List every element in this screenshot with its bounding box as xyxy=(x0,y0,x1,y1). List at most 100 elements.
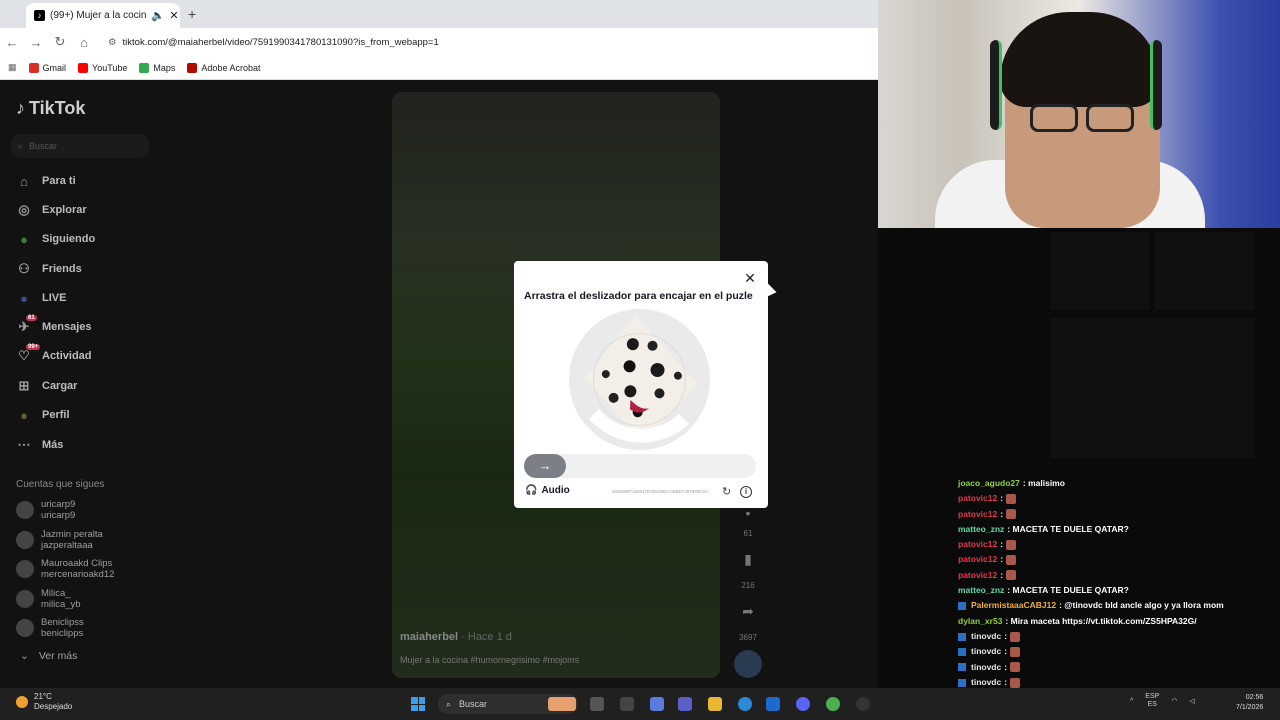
home-icon[interactable]: ⌂ xyxy=(72,35,96,50)
chat-message: patovic12: xyxy=(958,491,1258,506)
chat-text: : xyxy=(1000,554,1004,565)
nav-actividad[interactable]: ♡ 99+ Actividad xyxy=(16,344,92,367)
followed-account[interactable]: Beniclipss beniclipps xyxy=(16,617,84,639)
gmail-icon xyxy=(28,62,39,73)
tiktok-favicon-icon: ♪ xyxy=(34,10,45,21)
maps-icon xyxy=(139,62,150,73)
nav-mas[interactable]: ⋯ Más xyxy=(16,434,64,456)
music-disc-avatar[interactable] xyxy=(734,650,762,678)
search-icon: ⌕ xyxy=(18,140,24,151)
nav-cargar[interactable]: ⊞ Cargar xyxy=(16,375,78,397)
bookmark-count: 216 xyxy=(741,581,755,590)
chat-username[interactable]: patovic12 xyxy=(958,568,997,583)
speaker-icon[interactable]: 🔈 xyxy=(151,9,165,22)
site-info-icon[interactable]: ⚙ xyxy=(108,37,117,48)
discord-icon[interactable] xyxy=(796,697,810,711)
store-icon[interactable] xyxy=(766,697,780,711)
nav-perfil[interactable]: ● Perfil xyxy=(16,404,69,426)
captcha-id: 20260907155647D3D2D9DA06BEF397990C0A xyxy=(612,489,709,494)
chat-username[interactable]: patovic12 xyxy=(958,537,997,552)
tab-close-icon[interactable]: ✕ xyxy=(168,9,180,22)
headphones-icon: 🎧 xyxy=(525,485,538,496)
chat-message: tinovdc: xyxy=(958,644,1258,659)
new-tab-button[interactable]: + xyxy=(188,6,196,22)
forward-icon[interactable]: → xyxy=(24,35,48,50)
wifi-icon[interactable]: ◠ xyxy=(1171,697,1177,705)
clock[interactable]: 02:56 7/1/2026 xyxy=(1236,693,1263,713)
acrobat-icon xyxy=(187,62,198,73)
chat-message: tinovdc: xyxy=(958,629,1258,644)
nav-para-ti[interactable]: ⌂ Para ti xyxy=(16,170,76,192)
chat-username[interactable]: joaco_agudo27 xyxy=(958,476,1020,491)
nav-siguiendo[interactable]: ● Siguiendo xyxy=(16,228,95,250)
address-bar[interactable]: ⚙ tiktok.com/@maiaherbel/video/759199034… xyxy=(108,31,868,53)
reload-icon[interactable]: ↻ xyxy=(48,34,72,50)
volume-icon[interactable]: ◁ xyxy=(1189,697,1194,705)
search-icon: ⌕ xyxy=(446,698,452,709)
chat-username[interactable]: tinovdc xyxy=(971,644,1001,659)
followed-account[interactable]: uricarp9 uricarp9 xyxy=(16,499,75,521)
chat-username[interactable]: tinovdc xyxy=(971,660,1001,675)
audio-captcha-button[interactable]: 🎧 Audio xyxy=(525,485,570,496)
chat-text: : xyxy=(1004,646,1008,657)
nav-friends[interactable]: ⚇ Friends xyxy=(16,258,82,280)
avatar xyxy=(16,501,34,519)
bookmark-icon[interactable]: ▮ xyxy=(737,551,759,568)
obs-icon[interactable] xyxy=(856,697,870,711)
nav-mensajes[interactable]: ✈ 61 Mensajes xyxy=(16,315,92,338)
see-more-button[interactable]: ⌄ Ver más xyxy=(20,650,77,662)
system-tray[interactable]: ^ ESP ES ◠ ◁ xyxy=(1130,693,1195,709)
messages-badge: 61 xyxy=(26,315,37,321)
search-highlight-icon[interactable] xyxy=(548,697,576,711)
info-icon[interactable]: i xyxy=(740,486,752,498)
browser-tab[interactable]: ♪ (99+) Mujer a la cocina #hu 🔈 ✕ xyxy=(26,3,180,28)
chat-username[interactable]: matteo_znz xyxy=(958,583,1004,598)
subscriber-badge-icon xyxy=(958,678,966,687)
glasses-icon xyxy=(1030,104,1136,134)
chat-username[interactable]: tinovdc xyxy=(971,629,1001,644)
followed-account[interactable]: Milica_ milica_yb xyxy=(16,588,81,610)
avatar xyxy=(16,531,34,549)
chat-username[interactable]: matteo_znz xyxy=(958,522,1004,537)
chat-username[interactable]: patovic12 xyxy=(958,507,997,522)
tiktok-logo[interactable]: ♪ TikTok xyxy=(16,98,85,119)
back-icon[interactable]: ← xyxy=(0,35,24,50)
bookmarks-bar: ▦ Gmail YouTube Maps Adobe Acrobat xyxy=(0,56,878,80)
refresh-icon[interactable]: ↻ xyxy=(722,485,731,498)
bookmark-maps[interactable]: Maps xyxy=(139,62,175,73)
copilot-icon[interactable] xyxy=(650,697,664,711)
chat-username[interactable]: PalermistaaaCABJ12 xyxy=(971,598,1056,613)
chevron-up-icon[interactable]: ^ xyxy=(1130,698,1133,705)
followed-account[interactable]: Jazmin peralta jazperaltaaa xyxy=(16,529,103,551)
subscriber-badge-icon xyxy=(958,663,966,672)
chat-username[interactable]: patovic12 xyxy=(958,491,997,506)
chat-text: : xyxy=(1004,661,1008,672)
bookmark-gmail[interactable]: Gmail xyxy=(28,62,66,73)
tiktok-search-input[interactable]: ⌕ Buscar xyxy=(10,134,150,158)
capcut-icon[interactable] xyxy=(620,697,634,711)
followed-account[interactable]: Mauroaakd Clips mercenarioakd12 xyxy=(16,558,114,580)
chat-username[interactable]: dylan_xr53 xyxy=(958,614,1002,629)
windows-start-icon[interactable] xyxy=(411,697,425,711)
profile-icon: ● xyxy=(20,407,28,423)
nav-live[interactable]: ● LIVE xyxy=(16,287,66,309)
emote-icon xyxy=(1006,493,1017,504)
share-icon[interactable]: ➦ xyxy=(737,603,759,620)
url-text: tiktok.com/@maiaherbel/video/75919903417… xyxy=(122,36,439,48)
teams-icon[interactable] xyxy=(678,697,692,711)
task-view-icon[interactable] xyxy=(590,697,604,711)
close-icon[interactable]: ✕ xyxy=(743,270,757,287)
bookmark-adobe-acrobat[interactable]: Adobe Acrobat xyxy=(187,62,260,73)
bookmark-youtube[interactable]: YouTube xyxy=(78,62,127,73)
captcha-slider-handle[interactable]: → xyxy=(524,454,566,478)
file-explorer-icon[interactable] xyxy=(708,697,722,711)
overlay-tile xyxy=(1155,232,1255,310)
video-author[interactable]: maiaherbel · Hace 1 d xyxy=(400,631,512,643)
emote-icon xyxy=(1006,509,1017,520)
apps-icon[interactable]: ▦ xyxy=(8,62,17,73)
nav-explorar[interactable]: ◎ Explorar xyxy=(16,199,86,221)
edge-icon[interactable] xyxy=(738,697,752,711)
weather-widget[interactable]: 21°C Despejado xyxy=(16,692,72,712)
chat-username[interactable]: patovic12 xyxy=(958,552,997,567)
chrome-icon[interactable] xyxy=(826,697,840,711)
